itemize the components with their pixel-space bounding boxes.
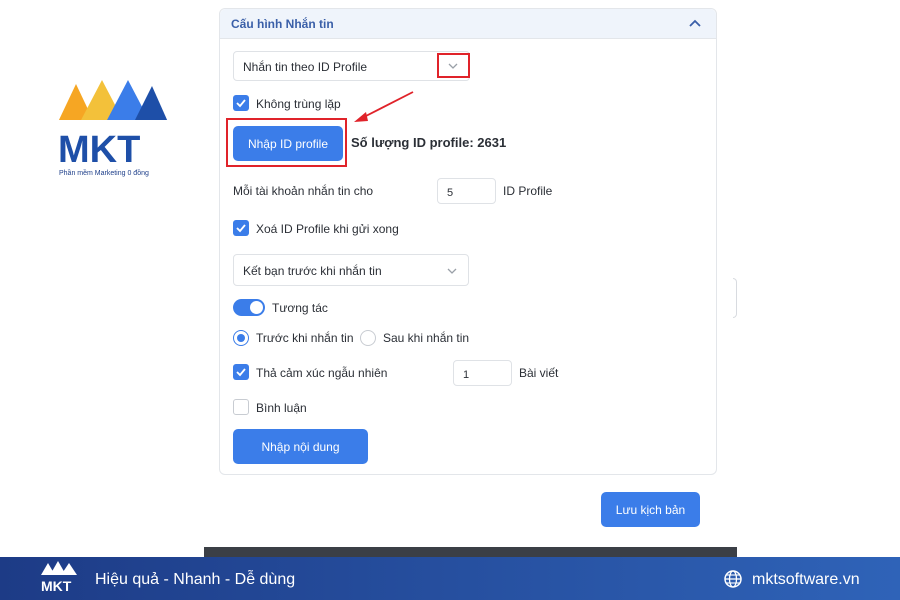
toggle-knob (250, 301, 263, 314)
footer-logo-text: MKT (41, 578, 72, 594)
per-account-value: 5 (447, 187, 454, 199)
scroll-handle[interactable] (733, 278, 737, 318)
react-posts-unit: Bài viết (519, 366, 559, 380)
check-icon (236, 368, 246, 377)
message-mode-select[interactable]: Nhắn tin theo ID Profile (233, 51, 470, 81)
id-count-text: Số lượng ID profile: 2631 (351, 135, 507, 150)
after-messaging-radio[interactable] (360, 330, 376, 346)
logo-text: MKT (58, 129, 140, 171)
before-messaging-radio[interactable] (233, 330, 249, 346)
check-icon (236, 99, 246, 108)
no-duplicate-checkbox[interactable] (233, 95, 249, 111)
arrow-annotation-icon (354, 91, 414, 122)
before-messaging-label: Trước khi nhắn tin (256, 331, 354, 345)
random-react-checkbox[interactable] (233, 364, 249, 380)
random-react-label: Thả cảm xúc ngẫu nhiên (256, 366, 388, 380)
no-duplicate-label: Không trùng lặp (256, 97, 341, 111)
react-posts-value: 1 (463, 369, 470, 381)
comment-label: Bình luận (256, 401, 307, 415)
enter-content-button[interactable]: Nhập nội dung (233, 429, 368, 464)
check-icon (236, 224, 246, 233)
save-script-label: Lưu kịch bản (615, 503, 686, 517)
globe-icon (724, 570, 742, 588)
per-account-unit: ID Profile (503, 184, 553, 198)
react-posts-input[interactable]: 1 (453, 360, 512, 386)
import-id-profile-button[interactable]: Nhập ID profile (233, 126, 343, 161)
save-script-button[interactable]: Lưu kịch bản (601, 492, 700, 527)
enter-content-label: Nhập nội dung (261, 440, 340, 454)
footer-website-link[interactable]: mktsoftware.vn (752, 571, 860, 589)
import-id-profile-label: Nhập ID profile (247, 137, 329, 151)
card-title: Cấu hình Nhắn tin (231, 17, 334, 31)
card-header[interactable]: Cấu hình Nhắn tin (220, 9, 716, 39)
dropdown-highlight (437, 53, 470, 78)
footer-slogan: Hiệu quả - Nhanh - Dễ dùng (95, 571, 296, 588)
footer-bar: MKT Hiệu quả - Nhanh - Dễ dùng mktsoftwa… (0, 557, 900, 600)
per-account-label: Mỗi tài khoản nhắn tin cho (233, 184, 374, 198)
after-messaging-label: Sau khi nhắn tin (383, 331, 470, 345)
per-account-input[interactable]: 5 (437, 178, 496, 204)
message-mode-value: Nhắn tin theo ID Profile (243, 60, 368, 74)
delete-after-send-label: Xoá ID Profile khi gửi xong (256, 222, 399, 236)
friend-request-value: Kết bạn trước khi nhắn tin (243, 264, 382, 278)
interact-toggle[interactable] (233, 299, 265, 316)
friend-request-select[interactable]: Kết bạn trước khi nhắn tin (233, 254, 469, 286)
logo-tagline: Phần mềm Marketing 0 đồng (59, 170, 149, 177)
comment-checkbox[interactable] (233, 399, 249, 415)
delete-after-send-checkbox[interactable] (233, 220, 249, 236)
interact-label: Tương tác (272, 301, 328, 315)
footer-logo: MKT (41, 561, 77, 594)
chevron-up-icon[interactable] (688, 17, 702, 31)
panel-bottom-bar (204, 547, 737, 557)
chevron-down-icon[interactable] (446, 265, 458, 277)
